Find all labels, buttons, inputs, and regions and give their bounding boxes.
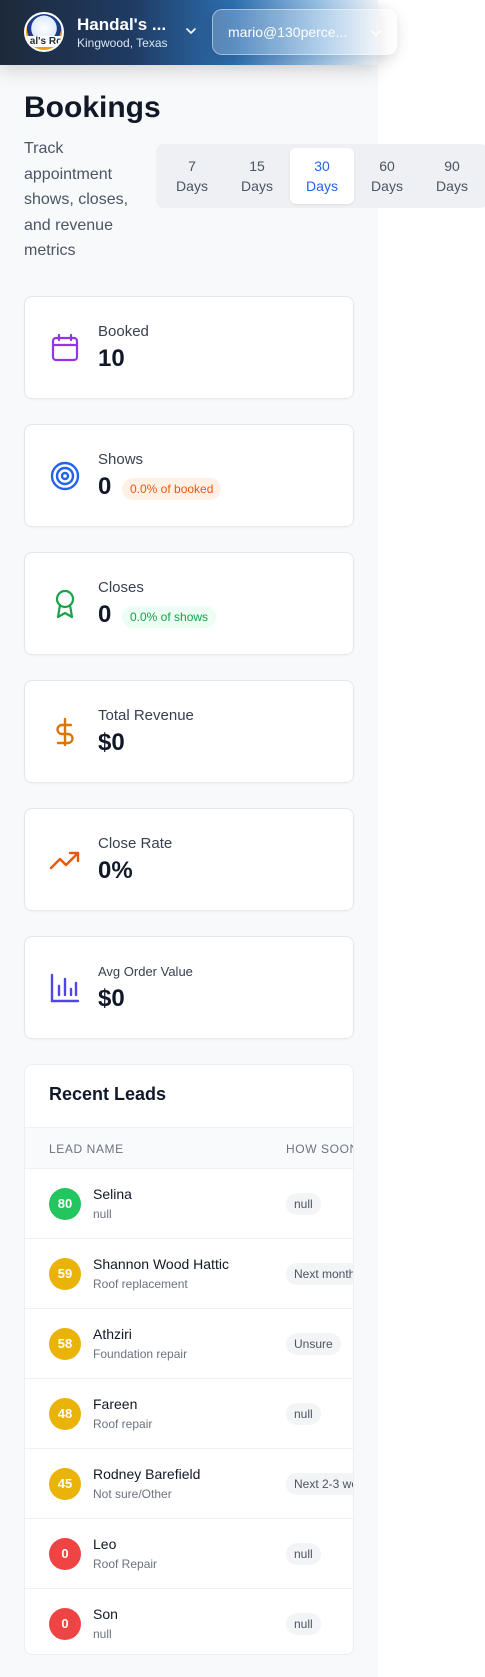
page-title: Bookings xyxy=(24,91,161,124)
lead-score-badge: 48 xyxy=(49,1398,81,1430)
metric-card-closes: Closes 0 0.0% of shows xyxy=(24,552,354,655)
metric-value: 0 xyxy=(98,601,112,628)
bar-chart-icon xyxy=(50,973,80,1003)
recent-leads-title: Recent Leads xyxy=(49,1084,167,1104)
lead-service: Roof repair xyxy=(93,1417,153,1431)
award-icon xyxy=(55,589,75,619)
table-row[interactable]: 0 Son null null xyxy=(25,1589,353,1654)
range-30-days[interactable]: 30 Days xyxy=(290,148,354,204)
range-7-days[interactable]: 7 Days xyxy=(160,148,224,204)
column-lead-name[interactable]: LEAD NAME xyxy=(49,1142,124,1156)
trending-up-icon xyxy=(49,851,80,870)
lead-service: Not sure/Other xyxy=(93,1487,172,1501)
recent-leads-card: Recent Leads LEAD NAME HOW SOON 80 Selin… xyxy=(24,1064,354,1655)
lead-name[interactable]: Shannon Wood Hattic xyxy=(93,1256,229,1272)
business-logo[interactable]: al's Ro xyxy=(24,12,64,52)
lead-name[interactable]: Rodney Barefield xyxy=(93,1466,200,1482)
how-soon-pill: Next month xyxy=(286,1263,353,1285)
table-row[interactable]: 48 Fareen Roof repair null xyxy=(25,1379,353,1449)
how-soon-pill: null xyxy=(286,1193,321,1215)
column-how-soon[interactable]: HOW SOON xyxy=(286,1142,353,1156)
lead-service: Roof replacement xyxy=(93,1277,188,1291)
metric-card-avg-order-value: Avg Order Value $0 xyxy=(24,936,354,1039)
how-soon-pill: null xyxy=(286,1403,321,1425)
metric-label: Close Rate xyxy=(98,835,173,852)
how-soon-pill: null xyxy=(286,1613,321,1635)
range-60-days[interactable]: 60 Days xyxy=(355,148,419,204)
lead-service: null xyxy=(93,1627,112,1641)
closes-rate-badge: 0.0% of shows xyxy=(122,606,217,628)
business-name[interactable]: Handal's ... xyxy=(77,15,166,35)
table-row[interactable]: 58 Athziri Foundation repair Unsure xyxy=(25,1309,353,1379)
top-header: al's Ro Handal's ... Kingwood, Texas mar… xyxy=(0,0,397,65)
lead-service: Roof Repair xyxy=(93,1557,158,1571)
lead-score-badge: 45 xyxy=(49,1468,81,1500)
table-row[interactable]: 59 Shannon Wood Hattic Roof replacement … xyxy=(25,1239,353,1309)
table-header: LEAD NAME HOW SOON xyxy=(25,1127,353,1169)
how-soon-pill: Next 2-3 weeks xyxy=(286,1473,353,1495)
date-range-selector: 7 Days 15 Days 30 Days 60 Days 90 Days xyxy=(156,144,485,208)
lead-name[interactable]: Athziri xyxy=(93,1326,132,1342)
lead-service: null xyxy=(93,1207,112,1221)
calendar-icon xyxy=(51,333,79,362)
lead-name[interactable]: Son xyxy=(93,1606,118,1622)
target-icon xyxy=(50,461,80,491)
shows-rate-badge: 0.0% of booked xyxy=(122,478,222,500)
table-row[interactable]: 80 Selina null null xyxy=(25,1169,353,1239)
lead-name[interactable]: Fareen xyxy=(93,1396,137,1412)
lead-score-badge: 0 xyxy=(49,1538,81,1570)
metric-card-total-revenue: Total Revenue $0 xyxy=(24,680,354,783)
metric-value: $0 xyxy=(98,729,125,756)
business-location: Kingwood, Texas xyxy=(77,36,168,50)
table-row[interactable]: 0 Leo Roof Repair null xyxy=(25,1519,353,1589)
metric-card-booked: Booked 10 xyxy=(24,296,354,399)
metric-card-shows: Shows 0 0.0% of booked xyxy=(24,424,354,527)
lead-name[interactable]: Leo xyxy=(93,1536,116,1552)
metric-value: $0 xyxy=(98,985,125,1012)
metric-label: Shows xyxy=(98,451,144,468)
dollar-icon xyxy=(56,717,74,747)
how-soon-pill: null xyxy=(286,1543,321,1565)
chevron-down-icon[interactable] xyxy=(184,24,198,38)
lead-score-badge: 59 xyxy=(49,1258,81,1290)
metric-label: Closes xyxy=(98,579,144,596)
metric-card-close-rate: Close Rate 0% xyxy=(24,808,354,911)
logo-text: al's Ro xyxy=(26,36,62,47)
metric-label: Booked xyxy=(98,323,149,340)
metric-label: Avg Order Value xyxy=(98,964,193,979)
account-email: mario@130perce... xyxy=(228,24,348,40)
metric-value: 0 xyxy=(98,473,112,500)
page-subtitle: Track appointment shows, closes, and rev… xyxy=(24,140,129,259)
lead-score-badge: 58 xyxy=(49,1328,81,1360)
chevron-down-icon xyxy=(371,30,381,36)
metric-label: Total Revenue xyxy=(98,707,194,724)
account-switcher[interactable]: mario@130perce... xyxy=(212,9,397,55)
lead-service: Foundation repair xyxy=(93,1347,188,1361)
lead-name[interactable]: Selina xyxy=(93,1186,132,1202)
range-90-days[interactable]: 90 Days xyxy=(420,148,484,204)
how-soon-pill: Unsure xyxy=(286,1333,341,1355)
metric-value: 10 xyxy=(98,345,125,372)
range-15-days[interactable]: 15 Days xyxy=(225,148,289,204)
lead-score-badge: 0 xyxy=(49,1608,81,1640)
metric-value: 0% xyxy=(98,857,133,884)
table-row[interactable]: 45 Rodney Barefield Not sure/Other Next … xyxy=(25,1449,353,1519)
lead-score-badge: 80 xyxy=(49,1188,81,1220)
